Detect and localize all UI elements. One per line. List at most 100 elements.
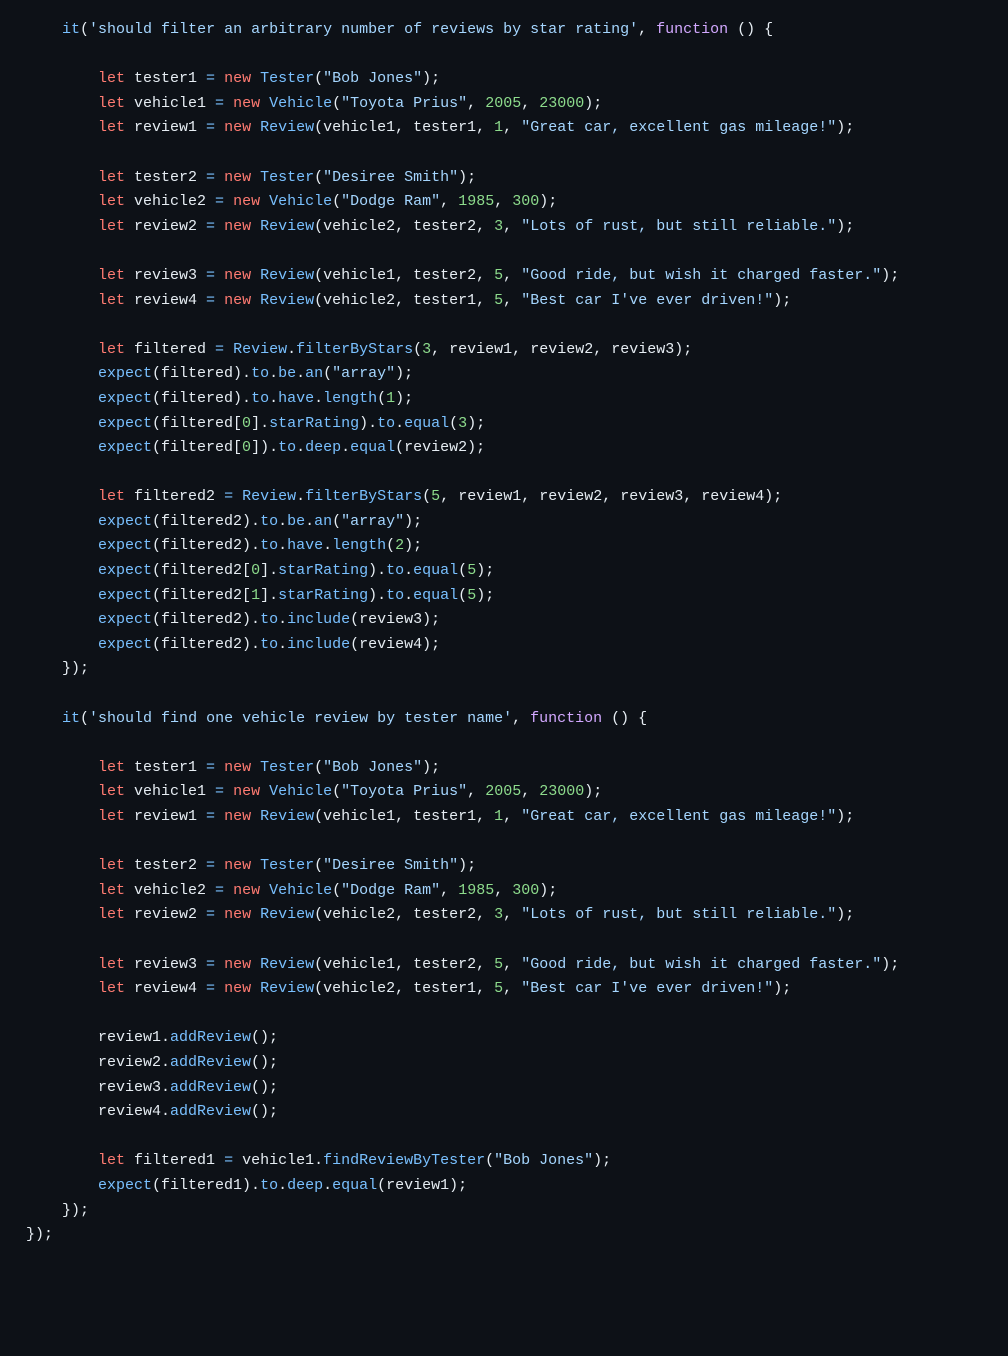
- code-token: );: [422, 70, 440, 87]
- code-line[interactable]: let review4 = new Review(vehicle2, teste…: [26, 292, 791, 309]
- code-token: Vehicle: [269, 193, 332, 210]
- code-line[interactable]: let review1 = new Review(vehicle1, teste…: [26, 808, 854, 825]
- code-token: });: [26, 1202, 89, 1219]
- code-token: [251, 759, 260, 776]
- code-line[interactable]: [26, 734, 35, 751]
- code-token: .: [404, 562, 413, 579]
- code-token: =: [206, 169, 215, 186]
- code-token: [233, 488, 242, 505]
- code-line[interactable]: review2.addReview();: [26, 1054, 278, 1071]
- code-line[interactable]: let review3 = new Review(vehicle1, teste…: [26, 267, 899, 284]
- code-token: ,: [503, 267, 521, 284]
- code-line[interactable]: let filtered1 = vehicle1.findReviewByTes…: [26, 1152, 611, 1169]
- code-line[interactable]: let review2 = new Review(vehicle2, teste…: [26, 906, 854, 923]
- code-token: [26, 390, 98, 407]
- code-token: [26, 587, 98, 604]
- code-line[interactable]: let review2 = new Review(vehicle2, teste…: [26, 218, 854, 235]
- code-token: (: [458, 562, 467, 579]
- code-token: ].: [260, 587, 278, 604]
- code-token: "Desiree Smith": [323, 169, 458, 186]
- code-line[interactable]: expect(filtered2).to.include(review3);: [26, 611, 440, 628]
- code-token: (: [332, 513, 341, 530]
- code-line[interactable]: expect(filtered2[1].starRating).to.equal…: [26, 587, 494, 604]
- code-editor[interactable]: it('should filter an arbitrary number of…: [26, 18, 1008, 1248]
- code-line[interactable]: expect(filtered[0]).to.deep.equal(review…: [26, 439, 485, 456]
- code-token: let: [98, 980, 125, 997]
- code-line[interactable]: let vehicle2 = new Vehicle("Dodge Ram", …: [26, 193, 557, 210]
- code-line[interactable]: [26, 46, 35, 63]
- code-token: vehicle1.: [233, 1152, 323, 1169]
- code-line[interactable]: [26, 833, 35, 850]
- code-line[interactable]: expect(filtered).to.be.an("array");: [26, 365, 413, 382]
- code-token: new: [224, 808, 251, 825]
- code-token: review4: [125, 980, 206, 997]
- code-line[interactable]: });: [26, 1226, 53, 1243]
- code-token: Review: [242, 488, 296, 505]
- code-line[interactable]: let review4 = new Review(vehicle2, teste…: [26, 980, 791, 997]
- code-token: =: [206, 267, 215, 284]
- code-token: 2005: [485, 783, 521, 800]
- code-token: 300: [512, 193, 539, 210]
- code-line[interactable]: let review3 = new Review(vehicle1, teste…: [26, 956, 899, 973]
- code-line[interactable]: let tester2 = new Tester("Desiree Smith"…: [26, 857, 476, 874]
- code-line[interactable]: [26, 1005, 35, 1022]
- code-line[interactable]: let tester1 = new Tester("Bob Jones");: [26, 759, 440, 776]
- code-token: let: [98, 759, 125, 776]
- code-line[interactable]: [26, 464, 35, 481]
- code-token: [26, 882, 98, 899]
- code-token: (: [80, 21, 89, 38]
- code-line[interactable]: expect(filtered).to.have.length(1);: [26, 390, 413, 407]
- code-line[interactable]: expect(filtered2).to.include(review4);: [26, 636, 440, 653]
- code-line[interactable]: [26, 316, 35, 333]
- code-token: );: [467, 415, 485, 432]
- code-token: [26, 1152, 98, 1169]
- code-line[interactable]: expect(filtered1).to.deep.equal(review1)…: [26, 1177, 467, 1194]
- code-line[interactable]: let vehicle2 = new Vehicle("Dodge Ram", …: [26, 882, 557, 899]
- code-token: addReview: [170, 1079, 251, 1096]
- code-line[interactable]: [26, 242, 35, 259]
- code-token: Review: [260, 218, 314, 235]
- code-line[interactable]: });: [26, 660, 89, 677]
- code-token: (review4);: [350, 636, 440, 653]
- code-token: .: [278, 537, 287, 554]
- code-line[interactable]: expect(filtered[0].starRating).to.equal(…: [26, 415, 485, 432]
- code-line[interactable]: expect(filtered2).to.have.length(2);: [26, 537, 422, 554]
- code-line[interactable]: [26, 685, 35, 702]
- code-token: review1: [125, 808, 206, 825]
- code-token: new: [233, 783, 260, 800]
- code-token: (filtered2[: [152, 587, 251, 604]
- code-line[interactable]: let vehicle1 = new Vehicle("Toyota Prius…: [26, 95, 602, 112]
- code-token: let: [98, 906, 125, 923]
- code-token: [26, 415, 98, 432]
- code-line[interactable]: [26, 931, 35, 948]
- code-token: review2: [125, 906, 206, 923]
- code-line[interactable]: review1.addReview();: [26, 1029, 278, 1046]
- code-line[interactable]: let filtered2 = Review.filterByStars(5, …: [26, 488, 782, 505]
- code-line[interactable]: it('should find one vehicle review by te…: [26, 710, 647, 727]
- code-token: [224, 95, 233, 112]
- code-token: , review1, review2, review3);: [431, 341, 692, 358]
- code-line[interactable]: expect(filtered2[0].starRating).to.equal…: [26, 562, 494, 579]
- code-line[interactable]: [26, 144, 35, 161]
- code-line[interactable]: });: [26, 1202, 89, 1219]
- code-line[interactable]: it('should filter an arbitrary number of…: [26, 21, 773, 38]
- code-line[interactable]: let tester2 = new Tester("Desiree Smith"…: [26, 169, 476, 186]
- code-line[interactable]: expect(filtered2).to.be.an("array");: [26, 513, 422, 530]
- code-line[interactable]: let tester1 = new Tester("Bob Jones");: [26, 70, 440, 87]
- code-line[interactable]: let vehicle1 = new Vehicle("Toyota Prius…: [26, 783, 602, 800]
- code-token: (: [314, 857, 323, 874]
- code-line[interactable]: [26, 1128, 35, 1145]
- code-line[interactable]: let filtered = Review.filterByStars(3, r…: [26, 341, 692, 358]
- code-token: ,: [521, 95, 539, 112]
- code-token: [260, 193, 269, 210]
- code-line[interactable]: review3.addReview();: [26, 1079, 278, 1096]
- code-token: ,: [467, 783, 485, 800]
- code-line[interactable]: review4.addReview();: [26, 1103, 278, 1120]
- code-token: new: [233, 95, 260, 112]
- code-token: );: [773, 292, 791, 309]
- code-token: vehicle2: [125, 882, 215, 899]
- code-token: new: [224, 857, 251, 874]
- code-token: =: [224, 488, 233, 505]
- code-token: include: [287, 611, 350, 628]
- code-line[interactable]: let review1 = new Review(vehicle1, teste…: [26, 119, 854, 136]
